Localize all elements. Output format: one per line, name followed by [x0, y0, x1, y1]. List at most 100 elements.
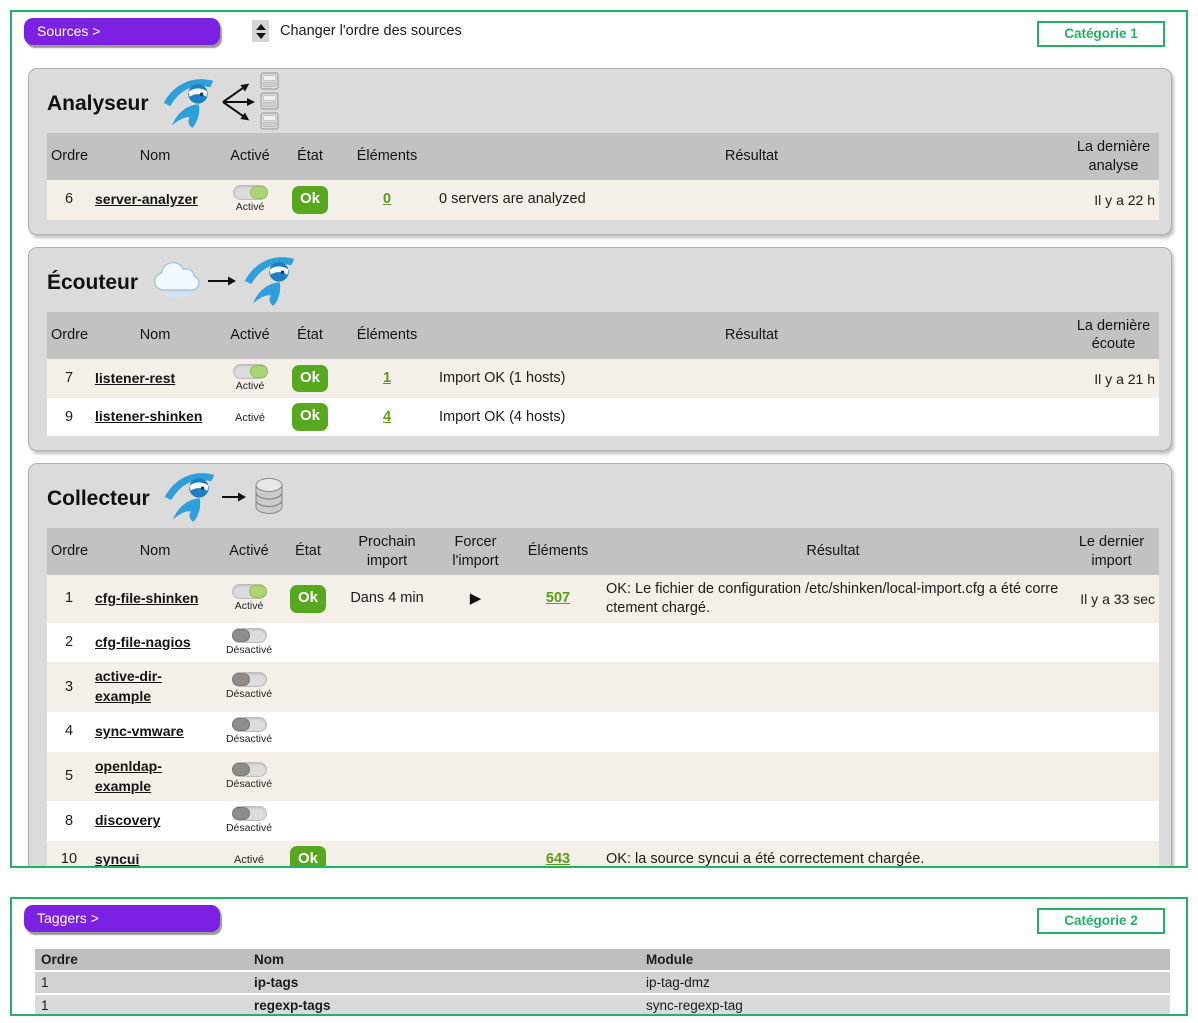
category-2-badge[interactable]: Catégorie 2: [1037, 908, 1165, 934]
sort-up-icon: [256, 24, 266, 30]
toggle-state-label: Désactivé: [223, 733, 275, 747]
column-header: Module: [640, 949, 1170, 971]
toggle-knob: [232, 629, 250, 642]
active-toggle[interactable]: [232, 628, 267, 643]
order-number: 6: [47, 180, 91, 220]
column-header: Résultat: [435, 133, 1068, 180]
source-name-link[interactable]: syncui: [95, 851, 139, 867]
status-ok-badge[interactable]: Ok: [292, 403, 328, 431]
source-name-link[interactable]: server-analyzer: [95, 191, 198, 207]
shinken-ninja-icon: [244, 253, 296, 312]
analyseur-title: Analyseur: [47, 92, 149, 116]
tagger-module: ip-tag-dmz: [640, 971, 1170, 994]
table-header-row: Ordre Nom Activé État Prochain import Fo…: [47, 528, 1159, 575]
toggle-knob: [250, 365, 268, 378]
active-toggle[interactable]: [232, 806, 267, 821]
collecteur-table: Ordre Nom Activé État Prochain import Fo…: [47, 528, 1159, 868]
column-header: Éléments: [514, 528, 602, 575]
source-name-link[interactable]: sync-vmware: [95, 723, 184, 739]
table-row: 5 openldap-example Désactivé: [47, 752, 1159, 802]
order-number: 7: [47, 359, 91, 399]
category-1-badge[interactable]: Catégorie 1: [1037, 21, 1165, 47]
column-header: Résultat: [602, 528, 1064, 575]
status-ok-badge[interactable]: Ok: [292, 186, 328, 214]
status-ok-badge[interactable]: Ok: [292, 365, 328, 393]
status-ok-badge[interactable]: Ok: [290, 585, 326, 613]
result-text: OK: la source syncui a été correctement …: [602, 841, 1064, 868]
table-row: 7 listener-rest Activé Ok 1 Import OK (1…: [47, 359, 1159, 399]
active-toggle[interactable]: [232, 717, 267, 732]
toggle-knob: [232, 673, 250, 686]
order-number: 8: [47, 801, 91, 841]
active-toggle[interactable]: [233, 364, 268, 379]
source-name-link[interactable]: listener-rest: [95, 370, 175, 386]
toggle-state-label: Désactivé: [223, 778, 275, 792]
elements-count-link[interactable]: 1: [383, 370, 391, 386]
table-header-row: Ordre Nom Module: [35, 949, 1170, 971]
column-header: Résultat: [435, 312, 1068, 359]
last-run-text: Il y a 21 h: [1068, 359, 1159, 399]
column-header: Nom: [91, 528, 219, 575]
toggle-knob: [249, 585, 267, 598]
table-row: 2 cfg-file-nagios Désactivé: [47, 623, 1159, 663]
active-toggle[interactable]: [233, 185, 268, 200]
arrow-right-icon: [222, 490, 248, 508]
elements-count-link[interactable]: 4: [383, 409, 391, 425]
source-name-link[interactable]: discovery: [95, 812, 160, 828]
active-toggle[interactable]: [232, 762, 267, 777]
column-header: La dernière écoute: [1068, 312, 1159, 359]
order-number: 4: [47, 712, 91, 752]
table-row: 10 syncui Activé Ok 643 OK: la source sy…: [47, 841, 1159, 868]
collecteur-title: Collecteur: [47, 487, 150, 511]
source-name-link[interactable]: cfg-file-shinken: [95, 590, 198, 606]
panel-analyseur: Analyseur: [28, 68, 1172, 235]
result-text: Import OK (4 hosts): [435, 398, 1068, 436]
source-name-link[interactable]: active-dir-example: [95, 668, 162, 704]
taggers-section: Taggers > Catégorie 2 Ordre Nom Module 1…: [10, 897, 1188, 1016]
column-header: Ordre: [35, 949, 248, 971]
order-number: 9: [47, 398, 91, 436]
table-header-row: Ordre Nom Activé État Éléments Résultat …: [47, 133, 1159, 180]
order-number: 1: [47, 575, 91, 623]
force-import-play-icon[interactable]: ▶: [470, 590, 482, 607]
analyze-targets-icon: [221, 72, 285, 137]
analyseur-table: Ordre Nom Activé État Éléments Résultat …: [47, 133, 1159, 220]
ecouteur-title-row: Écouteur: [47, 254, 1153, 312]
order-control: Changer l'ordre des sources: [252, 20, 462, 42]
toggle-state-label: Désactivé: [223, 644, 275, 658]
next-import-text: Dans 4 min: [337, 575, 437, 623]
table-row: 1 regexp-tags sync-regexp-tag: [35, 994, 1170, 1016]
column-header: État: [281, 312, 339, 359]
column-header: État: [279, 528, 337, 575]
arrow-right-icon: [208, 274, 238, 292]
last-run-text: Il y a 22 h: [1068, 180, 1159, 220]
column-header: Ordre: [47, 312, 91, 359]
taggers-nav-button[interactable]: Taggers >: [24, 905, 220, 932]
elements-count-link[interactable]: 643: [546, 851, 570, 867]
sources-section: Sources > Changer l'ordre des sources Ca…: [10, 10, 1188, 868]
active-toggle[interactable]: [232, 672, 267, 687]
source-name-link[interactable]: cfg-file-nagios: [95, 634, 191, 650]
column-header: Éléments: [339, 133, 435, 180]
order-number: 1: [35, 971, 248, 994]
source-name-link[interactable]: listener-shinken: [95, 408, 202, 424]
column-header: Ordre: [47, 133, 91, 180]
result-text: Import OK (1 hosts): [435, 359, 1068, 399]
table-row: 3 active-dir-example Désactivé: [47, 662, 1159, 712]
source-name-link[interactable]: openldap-example: [95, 758, 162, 794]
column-header: Activé: [219, 528, 279, 575]
column-header: Nom: [248, 949, 640, 971]
elements-count-link[interactable]: 0: [383, 191, 391, 207]
toggle-state-label: Activé: [235, 412, 265, 424]
ecouteur-title: Écouteur: [47, 271, 138, 295]
elements-count-link[interactable]: 507: [546, 590, 570, 606]
table-row: 6 server-analyzer Activé Ok 0 0 servers …: [47, 180, 1159, 220]
column-header: Activé: [219, 133, 281, 180]
active-toggle[interactable]: [232, 584, 267, 599]
toggle-state-label: Activé: [223, 380, 277, 394]
sort-order-icon[interactable]: [252, 20, 269, 42]
sources-nav-button[interactable]: Sources >: [24, 18, 220, 45]
tagger-name: regexp-tags: [248, 994, 640, 1016]
status-ok-badge[interactable]: Ok: [290, 846, 326, 868]
toggle-knob: [232, 807, 250, 820]
